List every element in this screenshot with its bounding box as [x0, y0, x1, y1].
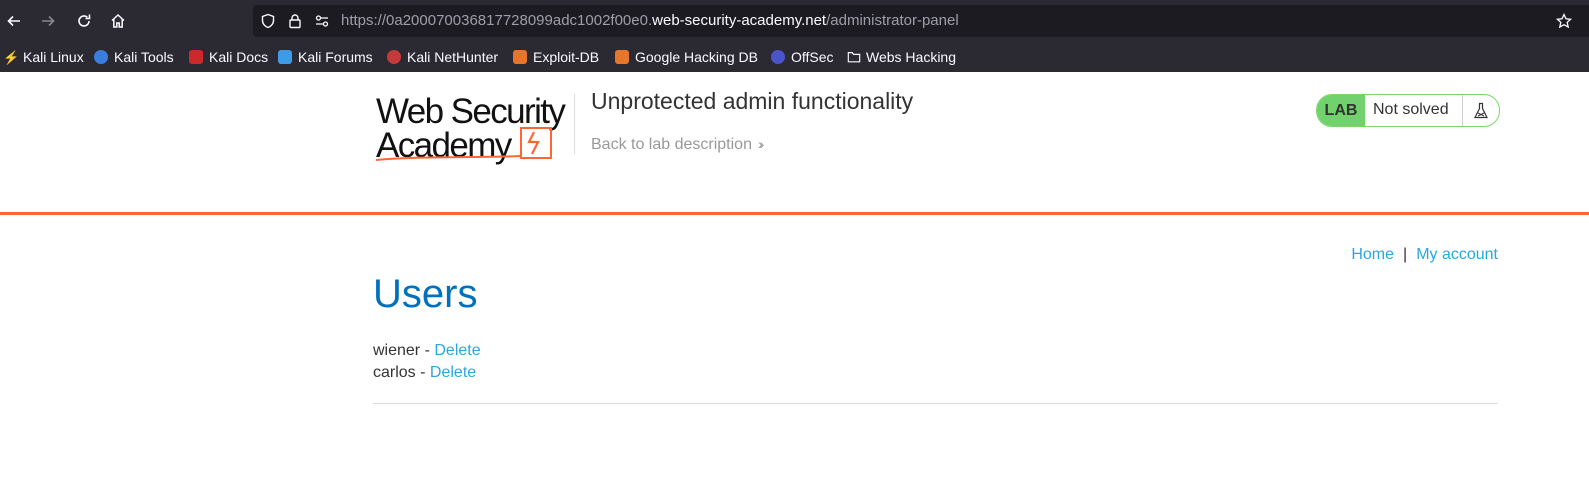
forward-button[interactable]	[34, 7, 62, 35]
bookmark-ghdb[interactable]: Google Hacking DB	[615, 48, 758, 66]
ghdb-icon	[615, 50, 629, 64]
user-dash: -	[424, 342, 430, 359]
bookmark-kali-forums[interactable]: Kali Forums	[278, 48, 373, 66]
user-row-wiener: wiener - Delete	[373, 340, 481, 362]
kali-docs-icon	[189, 50, 203, 64]
url-text[interactable]: https://0a200070036817728099adc1002f00e0…	[341, 12, 959, 29]
lab-status-widget: LAB Not solved	[1316, 94, 1500, 127]
back-button[interactable]	[0, 7, 28, 35]
bookmark-kali-linux[interactable]: ⚡ Kali Linux	[3, 48, 84, 66]
user-row-carlos: carlos - Delete	[373, 362, 481, 384]
back-link-label: Back to lab description	[591, 136, 752, 153]
home-link[interactable]: Home	[1351, 246, 1394, 263]
lab-flask-button[interactable]	[1462, 95, 1499, 126]
user-dash: -	[420, 364, 426, 381]
bookmark-label: Kali Forums	[298, 49, 373, 65]
home-button[interactable]	[104, 7, 132, 35]
lab-tag: LAB	[1317, 95, 1365, 126]
delete-wiener-link[interactable]: Delete	[434, 342, 480, 359]
url-bar[interactable]: https://0a200070036817728099adc1002f00e0…	[253, 5, 1589, 37]
reload-button[interactable]	[70, 7, 98, 35]
logo-divider	[574, 94, 575, 154]
bookmark-label: Kali NetHunter	[407, 49, 499, 65]
bookmark-kali-docs[interactable]: Kali Docs	[189, 48, 268, 66]
arrow-left-icon	[7, 15, 20, 27]
kali-dragon-icon: ⚡	[3, 50, 20, 65]
kali-tools-icon	[94, 50, 108, 64]
kali-forums-icon	[278, 50, 292, 64]
reload-icon	[78, 14, 91, 27]
header-divider	[0, 212, 1589, 215]
shield-icon[interactable]	[260, 13, 276, 29]
delete-carlos-link[interactable]: Delete	[430, 364, 476, 381]
url-path: /administrator-panel	[826, 12, 959, 29]
bookmark-star-icon[interactable]	[1556, 13, 1572, 29]
offsec-icon	[771, 50, 785, 64]
users-list: wiener - Delete carlos - Delete	[373, 340, 481, 384]
browser-toolbar: https://0a200070036817728099adc1002f00e0…	[0, 0, 1589, 42]
nav-separator: |	[1403, 246, 1408, 263]
flask-icon	[1474, 102, 1488, 118]
logo-flash-icon	[376, 127, 552, 161]
content-divider	[373, 403, 1498, 404]
bookmark-label: Exploit-DB	[533, 49, 600, 65]
back-to-lab-link[interactable]: Back to lab description ››	[591, 136, 765, 154]
bookmark-label: Webs Hacking	[866, 49, 957, 65]
bookmark-label: Kali Linux	[23, 49, 84, 65]
home-icon	[111, 13, 125, 28]
my-account-link[interactable]: My account	[1416, 246, 1498, 263]
page-title: Users	[373, 272, 478, 316]
bookmark-label: OffSec	[791, 49, 834, 65]
bookmark-label: Google Hacking DB	[635, 49, 758, 65]
lab-status-text: Not solved	[1373, 101, 1449, 118]
lock-icon[interactable]	[287, 13, 303, 29]
academy-logo[interactable]: Web Security Academy	[376, 92, 572, 164]
lab-header: Web Security Academy Unprotected admin f…	[0, 72, 1589, 212]
bookmark-label: Kali Docs	[209, 49, 269, 65]
bookmark-exploit-db[interactable]: Exploit-DB	[513, 48, 599, 66]
kali-nethunter-icon	[387, 50, 401, 64]
bookmark-webs-hacking[interactable]: Webs Hacking	[847, 48, 956, 66]
user-name: wiener	[373, 342, 421, 359]
user-name: carlos	[373, 364, 416, 381]
bookmark-offsec[interactable]: OffSec	[771, 48, 834, 66]
url-prefix: https://0a200070036817728099adc1002f00e0…	[341, 12, 653, 29]
arrow-right-icon	[42, 15, 55, 27]
top-navigation: Home | My account	[1351, 246, 1498, 264]
folder-icon	[847, 52, 861, 63]
permissions-icon[interactable]	[314, 13, 330, 29]
exploit-db-icon	[513, 50, 527, 64]
lab-title: Unprotected admin functionality	[591, 88, 914, 114]
double-chevron-right-icon: ››	[757, 136, 765, 152]
bookmark-label: Kali Tools	[114, 49, 174, 65]
bookmark-kali-tools[interactable]: Kali Tools	[94, 48, 174, 66]
bookmark-kali-nethunter[interactable]: Kali NetHunter	[387, 48, 498, 66]
url-host: web-security-academy.net	[652, 12, 827, 29]
bookmarks-toolbar: ⚡ Kali Linux Kali Tools Kali Docs Kali Fo…	[0, 42, 1589, 73]
